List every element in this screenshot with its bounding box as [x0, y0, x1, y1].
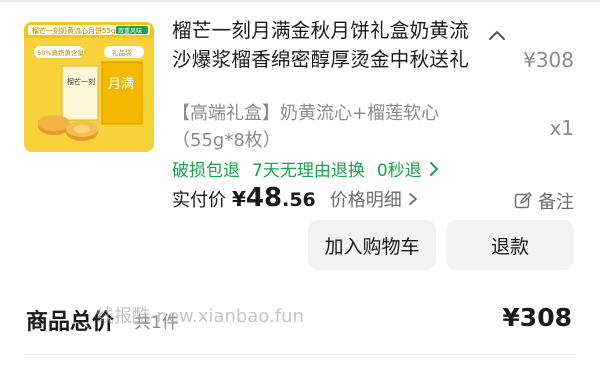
top-divider — [0, 0, 600, 2]
product-title[interactable]: 榴芒一刻月满金秋月饼礼盒奶黄流沙爆浆榴香绵密醇厚烫金中秋送礼 — [172, 16, 474, 74]
chevron-right-icon — [429, 161, 438, 176]
thumbnail-banner-badge: 双重风味 — [118, 27, 142, 35]
paid-label: 实付价 — [172, 190, 226, 211]
service-damage-refund: 破损包退 — [172, 161, 240, 181]
price-detail-link[interactable]: 价格明细 — [330, 186, 418, 212]
paid-amount-integer: 48 — [245, 183, 283, 213]
add-to-cart-button[interactable]: 加入购物车 — [308, 220, 436, 270]
chevron-up-icon[interactable] — [486, 24, 508, 46]
paid-amount-decimal: .56 — [282, 189, 316, 211]
service-guarantees[interactable]: 破损包退 7天无理由退换 0秒退 — [172, 156, 440, 181]
thumbnail-tag-gift: 礼品袋 — [112, 48, 132, 57]
note-label: 备注 — [538, 192, 574, 213]
chevron-right-icon — [408, 193, 417, 205]
product-quantity: x1 — [549, 116, 574, 140]
service-instant-refund: 0秒退 — [376, 161, 422, 181]
bottom-divider — [24, 354, 576, 355]
product-price: ¥308 — [523, 48, 574, 72]
paid-currency: ¥ — [232, 187, 246, 211]
paid-price-row: 实付价 ¥ 48 .56 价格明细 — [172, 183, 418, 215]
product-thumbnail[interactable]: 榴芒一刻奶黄流心月饼55g*8枚 双重风味 50%真奶黄含量 礼品袋 榴芒一刻 … — [24, 22, 154, 152]
watermark: 线报酷-new.xianbao.fun — [96, 306, 304, 327]
price-detail-label: 价格明细 — [329, 190, 402, 211]
product-spec: 【高端礼盒】奶黄流心+榴莲软心（55g*8枚） — [172, 103, 440, 151]
edit-note-icon — [514, 192, 532, 209]
thumbnail-box-text: 榴芒一刻 — [67, 77, 95, 86]
thumbnail-banner-text: 榴芒一刻奶黄流心月饼55g*8枚 — [32, 26, 130, 35]
note-button[interactable]: 备注 — [514, 188, 574, 214]
thumbnail-tag-percent: 50%真奶黄含量 — [37, 48, 84, 57]
refund-button[interactable]: 退款 — [446, 220, 574, 270]
service-7day-return: 7天无理由退换 — [252, 161, 365, 181]
total-price-amount: ¥308 — [502, 303, 572, 332]
thumbnail-bag-text: 月满 — [108, 77, 134, 92]
